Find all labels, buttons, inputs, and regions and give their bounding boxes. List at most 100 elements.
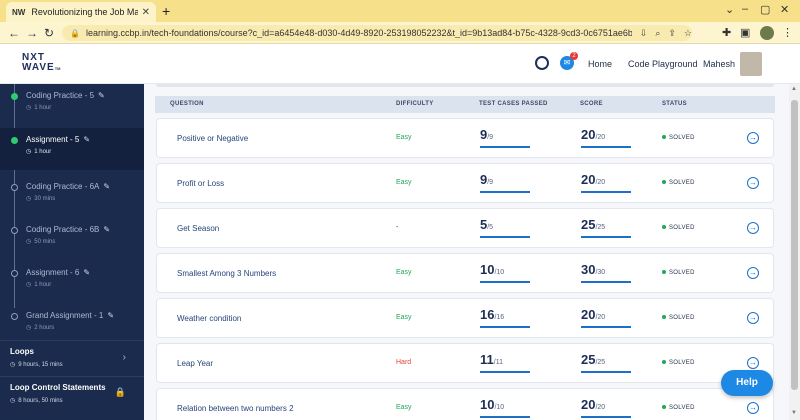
new-tab-icon[interactable]: +: [162, 3, 170, 19]
question-title[interactable]: Relation between two numbers 2: [177, 404, 294, 413]
arrow-circle-right-icon[interactable]: →: [747, 267, 759, 279]
score-max: /25: [595, 224, 606, 231]
code-playground-link[interactable]: Code Playground: [628, 59, 698, 69]
question-title[interactable]: Weather condition: [177, 314, 241, 323]
home-link[interactable]: Home: [588, 59, 612, 69]
clock-icon: ◷: [26, 149, 32, 155]
difficulty-label: -: [396, 224, 399, 231]
sidebar-item-coding-practice-6a[interactable]: Coding Practice - 6A ✎ ◷ 30 mins: [0, 175, 144, 217]
question-title[interactable]: Smallest Among 3 Numbers: [177, 269, 276, 278]
difficulty-label: Easy: [396, 134, 412, 141]
question-title[interactable]: Positive or Negative: [177, 134, 248, 143]
status-text: SOLVED: [669, 225, 695, 231]
share-icon[interactable]: ⇪: [668, 28, 676, 39]
sidebar-section-loop-control-statements[interactable]: Loop Control Statements ◷ 8 hours, 50 min…: [0, 376, 144, 412]
browser-tab[interactable]: NW Revolutionizing the Job Market | N ✕: [6, 2, 156, 22]
table-row[interactable]: Leap Year Hard 11/11 25/25 SOLVED →: [156, 343, 774, 383]
forward-icon[interactable]: →: [26, 26, 38, 40]
clock-icon: ◷: [26, 282, 32, 288]
col-tests: TEST CASES PASSED: [479, 101, 548, 107]
stopwatch-icon[interactable]: [535, 56, 549, 70]
arrow-circle-right-icon[interactable]: →: [747, 312, 759, 324]
profile-avatar[interactable]: [760, 26, 774, 40]
sidebar-item-label: Assignment - 5: [26, 135, 80, 144]
sidebar-item-assignment-5[interactable]: Assignment - 5 ✎ ◷ 1 hour: [0, 128, 144, 170]
pending-dot-icon: [11, 270, 18, 277]
nxtwave-logo[interactable]: NXT WAVETM: [22, 53, 61, 74]
pencil-icon: ✎: [83, 135, 91, 144]
tests-progress-bar: [480, 416, 530, 418]
side-panel-icon[interactable]: ▣: [740, 26, 750, 39]
status-badge: SOLVED: [662, 405, 695, 411]
install-icon[interactable]: ⇩: [640, 28, 648, 39]
scroll-thumb[interactable]: [791, 100, 798, 390]
table-row[interactable]: Get Season - 5/5 25/25 SOLVED →: [156, 208, 774, 248]
tab-title: Revolutionizing the Job Market | N: [31, 7, 138, 17]
table-row[interactable]: Positive or Negative Easy 9/9 20/20 SOLV…: [156, 118, 774, 158]
zoom-icon[interactable]: ⌕: [655, 28, 660, 39]
arrow-circle-right-icon[interactable]: →: [747, 357, 759, 369]
back-icon[interactable]: ←: [8, 26, 20, 40]
score: 20/20: [581, 396, 605, 414]
scroll-up-icon[interactable]: ▲: [791, 86, 797, 92]
tests-passed-value: 11: [480, 352, 494, 367]
sidebar-item-label: Coding Practice - 5: [26, 91, 95, 100]
page-scrollbar[interactable]: ▲ ▼: [789, 84, 800, 420]
arrow-circle-right-icon[interactable]: →: [747, 222, 759, 234]
score: 20/20: [581, 126, 605, 144]
user-name[interactable]: Mahesh: [703, 59, 735, 69]
status-text: SOLVED: [669, 180, 695, 186]
window-minimize-icon[interactable]: –: [742, 3, 748, 15]
tests-total: /10: [494, 269, 505, 276]
status-badge: SOLVED: [662, 315, 695, 321]
sidebar-item-assignment-6[interactable]: Assignment - 6 ✎ ◷ 1 hour: [0, 261, 144, 303]
clock-icon: ◷: [26, 325, 32, 331]
status-dot-icon: [662, 225, 666, 230]
table-row[interactable]: Weather condition Easy 16/16 20/20 SOLVE…: [156, 298, 774, 338]
table-row[interactable]: Profit or Loss Easy 9/9 20/20 SOLVED →: [156, 163, 774, 203]
extensions-icon[interactable]: ✚: [722, 26, 731, 39]
question-title[interactable]: Get Season: [177, 224, 219, 233]
window-expand-icon[interactable]: ⌄: [725, 3, 734, 16]
user-avatar[interactable]: [740, 52, 762, 76]
score-progress-bar: [581, 146, 631, 148]
sidebar-item-coding-practice-6b[interactable]: Coding Practice - 6B ✎ ◷ 50 mins: [0, 218, 144, 260]
bookmark-star-icon[interactable]: ☆: [684, 28, 692, 39]
tests-progress-bar: [480, 326, 530, 328]
notification-badge: 2: [570, 52, 578, 60]
status-badge: SOLVED: [662, 360, 695, 366]
col-score: SCORE: [580, 101, 603, 107]
difficulty-label: Easy: [396, 314, 412, 321]
col-question: QUESTION: [170, 101, 204, 107]
tests-passed-value: 10: [480, 262, 495, 277]
tests-total: /10: [494, 404, 505, 411]
menu-kebab-icon[interactable]: ⋮: [782, 26, 793, 39]
arrow-circle-right-icon[interactable]: →: [747, 402, 759, 414]
question-title[interactable]: Profit or Loss: [177, 179, 224, 188]
sidebar-item-label: Grand Assignment - 1: [26, 311, 104, 320]
sidebar-item-label: Coding Practice - 6A: [26, 182, 100, 191]
score-progress-bar: [581, 236, 631, 238]
url-bar[interactable]: 🔒 learning.ccbp.in/tech-foundations/cour…: [62, 25, 692, 41]
arrow-circle-right-icon[interactable]: →: [747, 132, 759, 144]
pending-dot-icon: [11, 184, 18, 191]
table-row[interactable]: Relation between two numbers 2 Easy 10/1…: [156, 388, 774, 420]
help-button[interactable]: Help: [721, 370, 773, 396]
reload-icon[interactable]: ↻: [44, 26, 54, 40]
section-title: Loops: [10, 347, 34, 356]
table-row[interactable]: Smallest Among 3 Numbers Easy 10/10 30/3…: [156, 253, 774, 293]
favicon-icon: NW: [12, 7, 26, 17]
url-text[interactable]: learning.ccbp.in/tech-foundations/course…: [86, 28, 632, 38]
status-text: SOLVED: [669, 315, 695, 321]
status-dot-icon: [662, 135, 666, 140]
sidebar-item-coding-practice-5[interactable]: Coding Practice - 5 ✎ ◷ 1 hour: [0, 84, 144, 126]
scroll-down-icon[interactable]: ▼: [791, 410, 797, 416]
sidebar-item-duration: 30 mins: [34, 196, 56, 202]
sidebar-section-loops[interactable]: Loops ◷ 9 hours, 15 mins ›: [0, 340, 144, 376]
arrow-circle-right-icon[interactable]: →: [747, 177, 759, 189]
question-title[interactable]: Leap Year: [177, 359, 213, 368]
window-maximize-icon[interactable]: ▢: [760, 3, 770, 16]
close-tab-icon[interactable]: ✕: [142, 7, 150, 18]
window-close-icon[interactable]: ✕: [780, 3, 789, 16]
sidebar-item-duration: 1 hour: [34, 149, 52, 155]
